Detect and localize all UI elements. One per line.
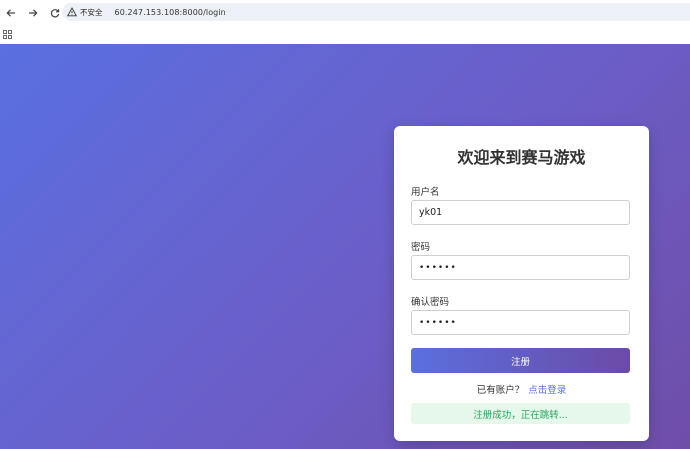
success-message: 注册成功，正在跳转... [411, 403, 630, 424]
page-title: 欢迎来到赛马游戏 [457, 148, 586, 167]
back-arrow-icon[interactable] [3, 5, 19, 21]
register-card: 欢迎来到赛马游戏 用户名 yk01 密码 •••••• 确认密码 •••••• … [394, 126, 649, 441]
confirm-password-label: 确认密码 [411, 297, 450, 308]
url-text[interactable]: 60.247.153.108:8000/login [115, 8, 226, 17]
forward-arrow-icon[interactable] [25, 5, 41, 21]
confirm-password-input[interactable]: •••••• [411, 310, 630, 335]
password-input[interactable]: •••••• [411, 255, 630, 280]
bookmarks-bar [0, 26, 690, 45]
security-indicator[interactable]: 不安全 [67, 7, 110, 18]
password-label: 密码 [411, 242, 431, 253]
login-prompt: 已有账户？ 点击登录 [394, 382, 649, 396]
username-input[interactable]: yk01 [411, 200, 630, 225]
warning-icon [67, 7, 77, 17]
address-bar[interactable]: 不安全 60.247.153.108:8000/login [62, 3, 690, 21]
reload-icon[interactable] [47, 5, 63, 21]
username-label: 用户名 [411, 187, 440, 198]
browser-toolbar: 不安全 60.247.153.108:8000/login [0, 0, 690, 26]
login-link[interactable]: 点击登录 [528, 385, 566, 396]
apps-grid-icon[interactable] [3, 30, 12, 39]
security-label: 不安全 [80, 7, 103, 17]
page-background: 欢迎来到赛马游戏 用户名 yk01 密码 •••••• 确认密码 •••••• … [0, 44, 690, 449]
register-button[interactable]: 注册 [411, 348, 630, 373]
have-account-text: 已有账户？ [476, 385, 525, 396]
